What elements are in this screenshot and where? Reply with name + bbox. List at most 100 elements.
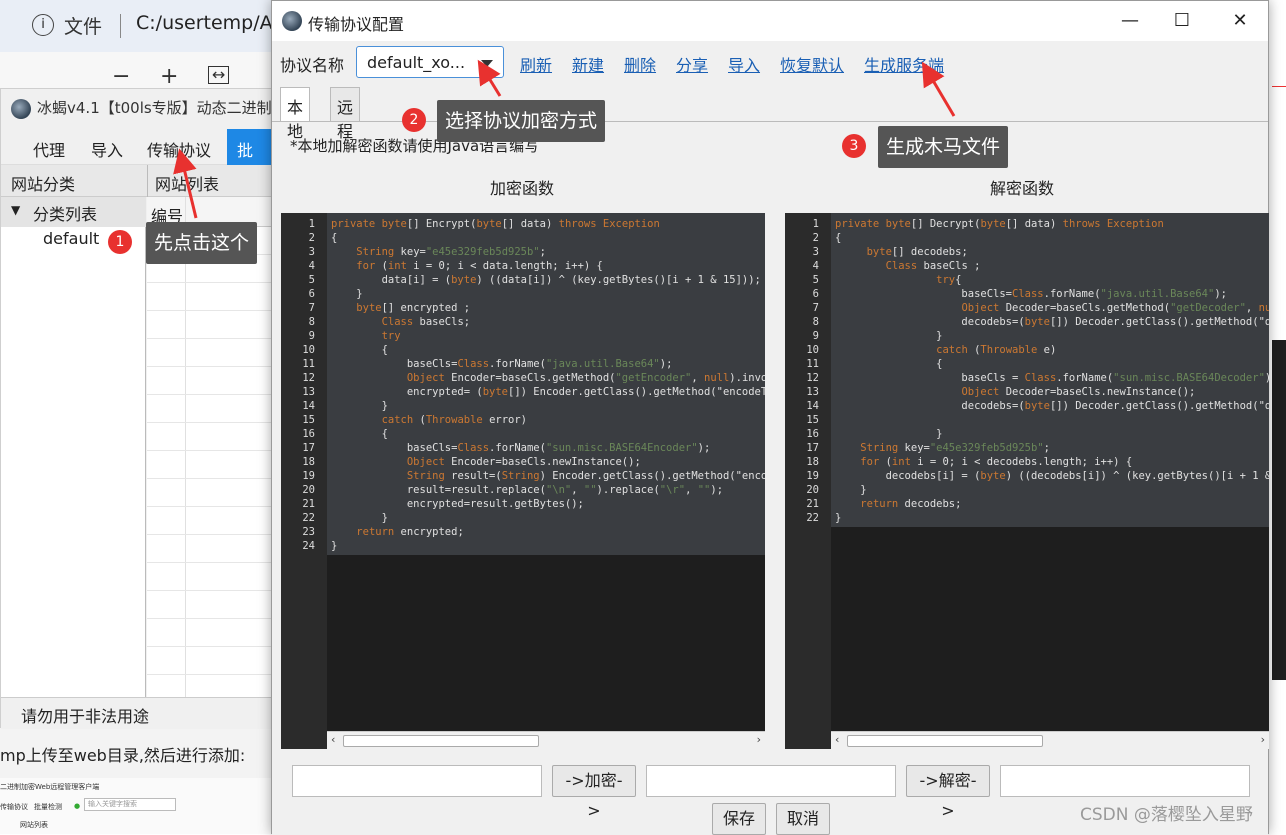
encrypt-button[interactable]: ->加密-> <box>552 765 636 820</box>
col-site-list: 网站列表 <box>155 175 220 194</box>
address-bar: i 文件 C:/usertemp/Ap <box>0 0 285 52</box>
table-row[interactable] <box>147 591 273 619</box>
scroll-right-icon[interactable]: › <box>757 733 761 746</box>
table-row[interactable] <box>147 395 273 423</box>
table-row[interactable] <box>147 339 273 367</box>
fit-width-icon[interactable]: ↔ <box>208 66 230 84</box>
mini-list-label: 网站列表 <box>20 821 48 829</box>
horizontal-scrollbar[interactable]: ‹ › <box>831 731 1269 749</box>
site-grid: 编号 <box>147 197 273 703</box>
import-link[interactable]: 导入 <box>728 52 760 76</box>
ciphertext-input[interactable] <box>646 765 896 797</box>
code-line: byte[] encrypted ; <box>356 302 471 314</box>
app-logo-icon <box>282 11 302 31</box>
code-line: baseCls=Class.forName("sun.misc.BASE64En… <box>331 442 711 454</box>
menu-batch[interactable]: 批量 <box>227 129 273 184</box>
code-line: { <box>331 344 388 356</box>
table-row[interactable] <box>147 367 273 395</box>
cancel-button[interactable]: 取消 <box>776 803 830 835</box>
tree-root-label: 分类列表 <box>33 205 98 224</box>
mini-search-icon: ● <box>74 802 81 810</box>
line-number: 10 <box>302 344 315 356</box>
code-line: encrypted=result.getBytes(); <box>331 498 584 510</box>
menu-proxy[interactable]: 代理 <box>33 137 65 161</box>
code-line: baseCls=Class.forName("java.util.Base64"… <box>331 358 673 370</box>
line-number: 10 <box>806 344 819 356</box>
encrypt-title: 加密函数 <box>490 179 555 198</box>
tree-root-row[interactable]: ▼ 分类列表 <box>1 197 146 227</box>
mini-search-input: 输入关键字搜索 <box>84 798 176 811</box>
code-line: decodebs[i] = (byte) ((decodebs[i]) ^ (k… <box>835 470 1269 482</box>
code-line: Object Decoder=baseCls.getMethod("getDec… <box>961 302 1269 314</box>
table-row[interactable] <box>147 479 273 507</box>
category-tree: ▼ 分类列表 default <box>1 197 146 697</box>
line-number: 11 <box>806 358 819 370</box>
delete-link[interactable]: 删除 <box>624 52 656 76</box>
menu-import[interactable]: 导入 <box>91 137 123 161</box>
behinder-logo-icon <box>11 99 31 119</box>
code-line: return decodebs; <box>860 498 962 510</box>
status-text: 请勿用于非法用途 <box>21 707 150 726</box>
table-row[interactable] <box>147 283 273 311</box>
decrypted-output[interactable] <box>1000 765 1250 797</box>
table-row[interactable] <box>147 311 273 339</box>
share-link[interactable]: 分享 <box>676 52 708 76</box>
new-link[interactable]: 新建 <box>572 52 604 76</box>
save-button[interactable]: 保存 <box>712 803 766 835</box>
zoom-in-icon[interactable]: + <box>160 64 178 89</box>
mini-menu-batch: 批量检测 <box>34 803 62 811</box>
address-tab-label: 文件 <box>64 16 103 38</box>
line-number: 2 <box>812 232 819 244</box>
decrypt-code-editor[interactable]: 1 2 3 4 5 6 7 8 9 10 11 12 13 14 15 16 17 18 19 20 21 22 ‹ › … <box>785 213 1269 749</box>
protocol-select[interactable]: default_xo... <box>356 46 504 78</box>
line-number: 6 <box>812 288 819 300</box>
table-row[interactable] <box>147 507 273 535</box>
close-icon[interactable]: ✕ <box>1220 9 1260 35</box>
scroll-left-icon[interactable]: ‹ <box>331 733 335 746</box>
table-row[interactable] <box>147 647 273 675</box>
table-row[interactable] <box>147 563 273 591</box>
menu-transport-protocol[interactable]: 传输协议 <box>147 137 211 161</box>
code-line: catch (Throwable error) <box>381 414 528 426</box>
address-path[interactable]: C:/usertemp/Ap <box>136 12 285 34</box>
horizontal-scrollbar[interactable]: ‹ › <box>327 731 765 749</box>
maximize-icon[interactable]: ☐ <box>1162 9 1202 35</box>
info-icon[interactable]: i <box>32 14 54 36</box>
line-number: 24 <box>302 540 315 552</box>
encrypt-code-editor[interactable]: 1 2 3 4 5 6 7 8 9 10 11 12 13 14 15 16 17 18 19 20 21 22 23 24 … <box>281 213 765 749</box>
tab-local[interactable]: 本地 <box>280 87 311 141</box>
code-line: { <box>835 358 943 370</box>
line-number: 14 <box>806 400 819 412</box>
tree-expand-icon[interactable]: ▼ <box>11 203 20 217</box>
tree-item-default[interactable]: default <box>43 229 99 248</box>
line-number: 7 <box>308 302 315 314</box>
annotation-badge-3: 3 <box>842 134 866 158</box>
refresh-link[interactable]: 刷新 <box>520 52 552 76</box>
table-row[interactable] <box>147 535 273 563</box>
minimize-icon[interactable]: — <box>1110 9 1150 35</box>
code-line: for (int i = 0; i < data.length; i++) { <box>356 260 603 272</box>
decrypt-button[interactable]: ->解密-> <box>906 765 990 820</box>
tab-remote[interactable]: 远程 <box>330 87 361 141</box>
line-number: 7 <box>812 302 819 314</box>
line-number: 4 <box>308 260 315 272</box>
line-number: 1 <box>308 218 315 230</box>
table-row[interactable] <box>147 423 273 451</box>
scroll-right-icon[interactable]: › <box>1261 733 1265 746</box>
scroll-thumb[interactable] <box>343 735 539 747</box>
protocol-select-value: default_xo... <box>367 53 466 72</box>
zoom-out-icon[interactable]: − <box>112 64 130 89</box>
generate-server-link[interactable]: 生成服务端 <box>864 52 944 76</box>
decrypt-title: 解密函数 <box>990 179 1055 198</box>
code-line: try{ <box>936 274 962 286</box>
restore-default-link[interactable]: 恢复默认 <box>780 52 844 76</box>
scroll-left-icon[interactable]: ‹ <box>835 733 839 746</box>
code-line: Class baseCls; <box>381 316 471 328</box>
scroll-thumb[interactable] <box>847 735 1043 747</box>
table-row[interactable] <box>147 619 273 647</box>
plaintext-input[interactable] <box>292 765 542 797</box>
line-number: 6 <box>308 288 315 300</box>
line-number: 18 <box>302 456 315 468</box>
line-number: 16 <box>302 428 315 440</box>
table-row[interactable] <box>147 451 273 479</box>
